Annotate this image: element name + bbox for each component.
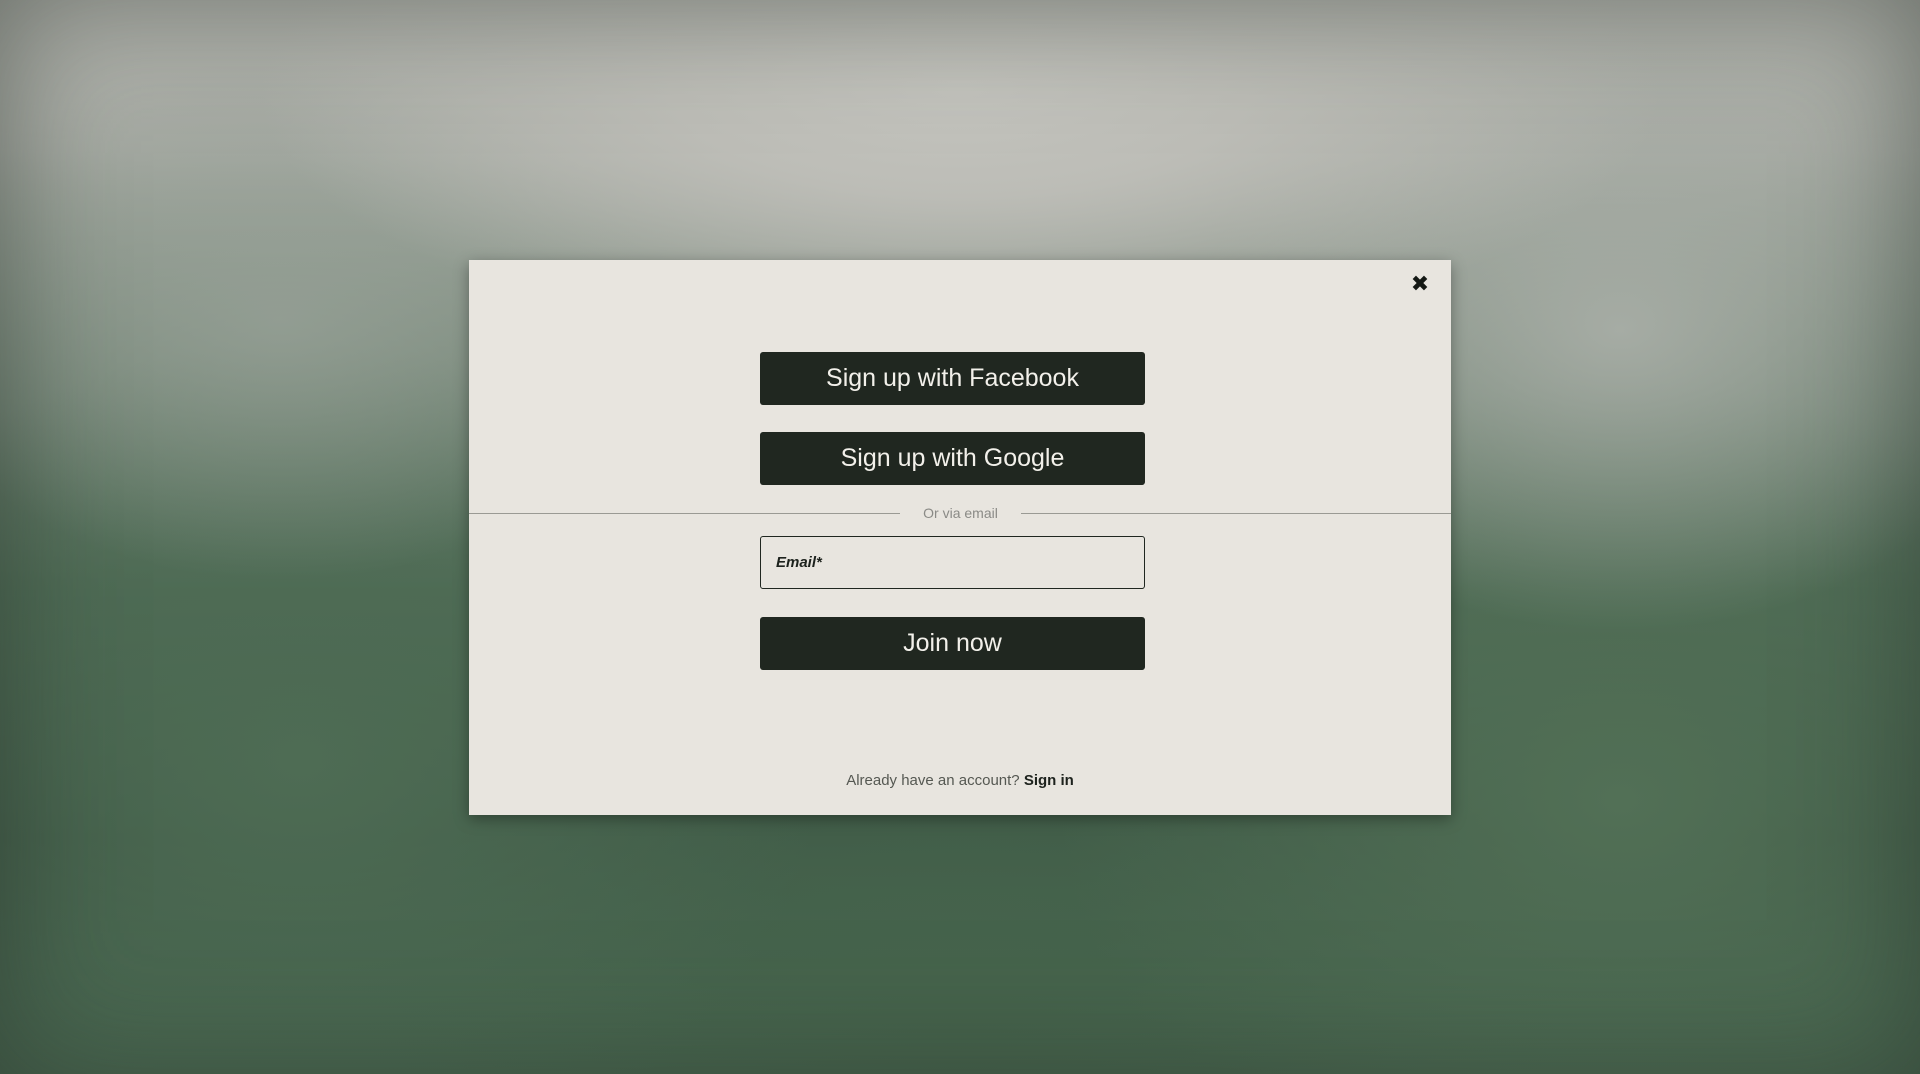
join-now-button[interactable]: Join now — [760, 617, 1145, 670]
divider-line-left — [469, 513, 900, 514]
signin-link[interactable]: Sign in — [1024, 772, 1074, 789]
divider-label: Or via email — [923, 505, 998, 521]
signin-prompt-text: Already have an account? — [846, 772, 1020, 789]
signup-facebook-button[interactable]: Sign up with Facebook — [760, 352, 1145, 405]
signup-modal: ✖ Sign up with Facebook Sign up with Goo… — [469, 260, 1451, 815]
divider-line-right — [1021, 513, 1451, 514]
email-placeholder: Email* — [776, 554, 822, 571]
or-via-email-divider: Or via email — [469, 505, 1451, 521]
signin-prompt: Already have an account? Sign in — [469, 772, 1451, 789]
signup-google-button[interactable]: Sign up with Google — [760, 432, 1145, 485]
email-field[interactable]: Email* — [760, 536, 1145, 589]
close-icon[interactable]: ✖ — [1407, 272, 1433, 298]
